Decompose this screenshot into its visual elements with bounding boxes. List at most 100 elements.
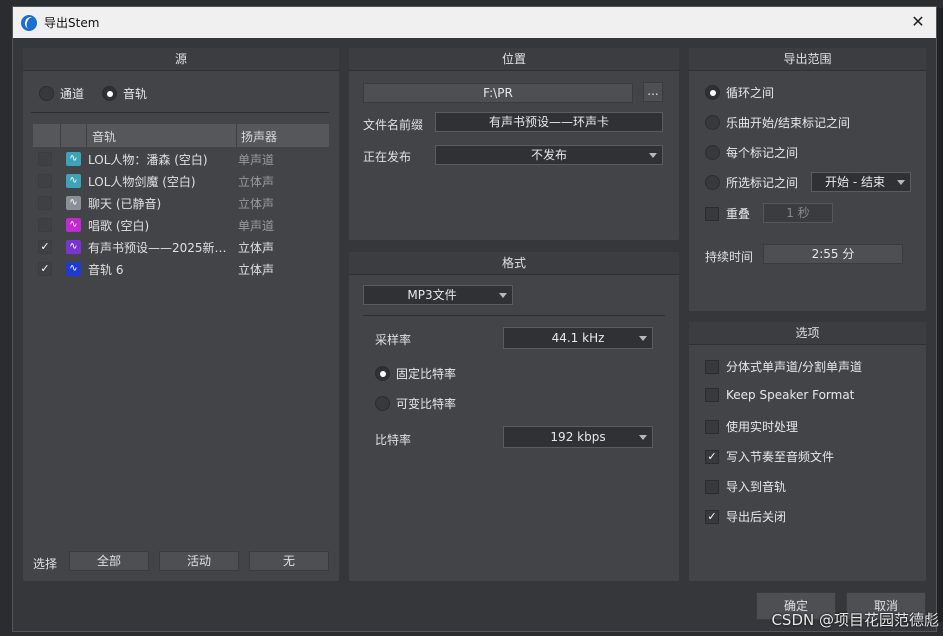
option-checkbox[interactable]: ✓ 写入节奏至音频文件 xyxy=(705,448,834,465)
options-panel: 选项 分体式单声道/分割单声道 Keep Speaker Format 使用实时处理… xyxy=(689,322,926,581)
option-label: 分体式单声道/分割单声道 xyxy=(726,360,863,374)
samplerate-select[interactable]: 44.1 kHz xyxy=(503,327,653,349)
track-row[interactable]: ∿ 唱歌 (空白) 单声道 xyxy=(31,214,337,236)
radio-dot xyxy=(705,115,720,130)
checkbox-box xyxy=(705,388,719,402)
overlap-input[interactable]: 1 秒 xyxy=(763,203,833,223)
chevron-down-icon xyxy=(649,153,657,158)
publish-label: 正在发布 xyxy=(363,150,412,164)
track-name: LOL人物剑魔 (空白) xyxy=(88,175,196,189)
track-checkbox[interactable] xyxy=(38,218,52,232)
mode-channel-radio[interactable]: 通道 xyxy=(39,85,84,102)
option-checkbox[interactable]: Keep Speaker Format xyxy=(705,388,854,402)
select-none-button[interactable]: 无 xyxy=(249,551,329,571)
audio-track-icon: ∿ xyxy=(66,240,81,254)
audio-track-icon: ∿ xyxy=(66,218,81,232)
path-field[interactable]: F:\PR xyxy=(363,83,633,103)
range-loop-radio[interactable]: 循环之间 xyxy=(705,84,774,101)
watermark: CSDN @项目花园范德彪 xyxy=(771,611,939,629)
radio-dot-selected xyxy=(102,86,117,101)
window-title: 导出Stem xyxy=(44,16,100,30)
track-name: 音轨 6 xyxy=(88,263,124,277)
track-row[interactable]: ✓ ∿ 有声书预设——2025新年... 立体声 xyxy=(31,236,337,258)
range-loop-label: 循环之间 xyxy=(726,86,775,100)
bitrate-value: 192 kbps xyxy=(550,430,606,444)
app-icon xyxy=(21,14,37,31)
format-type-value: MP3文件 xyxy=(407,288,457,302)
track-checkbox[interactable]: ✓ xyxy=(38,262,52,276)
option-label: 导入到音轨 xyxy=(726,480,787,494)
select-active-button[interactable]: 活动 xyxy=(159,551,239,571)
checkbox-box xyxy=(705,419,719,434)
close-icon[interactable]: ✕ xyxy=(906,10,930,34)
range-each-marker-label: 每个标记之间 xyxy=(726,146,799,160)
range-header: 导出范围 xyxy=(689,48,926,71)
header-cell-check xyxy=(33,124,61,147)
range-selected-markers-radio[interactable]: 所选标记之间 xyxy=(705,174,798,191)
audio-track-icon: ∿ xyxy=(66,152,81,166)
browse-button[interactable]: ... xyxy=(643,82,663,102)
track-speaker: 立体声 xyxy=(238,197,275,211)
range-each-marker-radio[interactable]: 每个标记之间 xyxy=(705,144,798,161)
export-stems-dialog: 导出Stem ✕ 源 通道 音轨 音轨 扬声器 ∿ LOL人物：潘森 (空白) 单声… xyxy=(12,6,937,632)
divider xyxy=(31,112,329,113)
cbr-label: 固定比特率 xyxy=(396,367,457,381)
checkbox-box: ✓ xyxy=(705,509,719,524)
mode-track-radio[interactable]: 音轨 xyxy=(102,85,147,102)
track-checkbox[interactable] xyxy=(38,152,52,166)
track-name: 聊天 (已静音) xyxy=(88,197,162,211)
cbr-radio[interactable]: 固定比特率 xyxy=(375,365,456,382)
track-checkbox[interactable]: ✓ xyxy=(38,240,52,254)
source-panel: 源 通道 音轨 音轨 扬声器 ∿ LOL人物：潘森 (空白) 单声道 ∿ LOL人物剑魔… xyxy=(23,48,339,581)
option-checkbox[interactable]: ✓ 导出后关闭 xyxy=(705,508,786,525)
format-type-select[interactable]: MP3文件 xyxy=(363,285,513,305)
publish-select[interactable]: 不发布 xyxy=(435,145,663,165)
checkbox-box: ✓ xyxy=(705,449,719,464)
select-all-button[interactable]: 全部 xyxy=(69,551,149,571)
divider xyxy=(363,315,665,316)
option-checkbox[interactable]: 分体式单声道/分割单声道 xyxy=(705,358,862,375)
chevron-down-icon xyxy=(499,293,507,298)
overlap-checkbox[interactable]: 重叠 xyxy=(705,205,750,222)
track-row[interactable]: ∿ LOL人物：潘森 (空白) 单声道 xyxy=(31,148,337,170)
marker-range-select[interactable]: 开始 - 结束 xyxy=(811,172,911,192)
prefix-input[interactable]: 有声书预设——环声卡 xyxy=(435,112,663,132)
samplerate-value: 44.1 kHz xyxy=(551,331,605,345)
track-name: 有声书预设——2025新年... xyxy=(88,241,236,255)
bitrate-select[interactable]: 192 kbps xyxy=(503,426,653,448)
header-cell-icon xyxy=(62,124,87,147)
audio-track-icon: ∿ xyxy=(66,196,81,210)
select-label: 选择 xyxy=(33,557,58,571)
track-speaker: 单声道 xyxy=(238,219,275,233)
publish-select-value: 不发布 xyxy=(530,148,567,162)
track-speaker: 单声道 xyxy=(238,153,275,167)
track-row[interactable]: ∿ 聊天 (已静音) 立体声 xyxy=(31,192,337,214)
vbr-label: 可变比特率 xyxy=(396,397,457,411)
prefix-label: 文件名前缀 xyxy=(363,118,424,132)
radio-dot xyxy=(375,396,390,411)
header-speaker-col[interactable]: 扬声器 xyxy=(241,128,277,145)
radio-dot xyxy=(705,175,720,190)
options-header: 选项 xyxy=(689,322,926,345)
range-selected-markers-label: 所选标记之间 xyxy=(726,176,799,190)
track-checkbox[interactable] xyxy=(38,196,52,210)
range-song-label: 乐曲开始/结束标记之间 xyxy=(726,116,851,130)
header-track-col[interactable]: 音轨 xyxy=(92,128,116,145)
radio-dot xyxy=(39,86,54,101)
option-checkbox[interactable]: 导入到音轨 xyxy=(705,478,786,495)
track-row[interactable]: ✓ ∿ 音轨 6 立体声 xyxy=(31,258,337,280)
overlap-label: 重叠 xyxy=(726,207,751,221)
track-checkbox[interactable] xyxy=(38,174,52,188)
option-label: 使用实时处理 xyxy=(726,420,799,434)
track-table-header: 音轨 扬声器 xyxy=(33,124,329,147)
track-name: 唱歌 (空白) xyxy=(88,219,150,233)
track-row[interactable]: ∿ LOL人物剑魔 (空白) 立体声 xyxy=(31,170,337,192)
track-speaker: 立体声 xyxy=(238,241,275,255)
format-panel: 格式 MP3文件 采样率 44.1 kHz 固定比特率 可变比特率 比特率 19… xyxy=(349,252,679,581)
location-panel: 位置 F:\PR ... 文件名前缀 有声书预设——环声卡 正在发布 不发布 xyxy=(349,48,679,240)
samplerate-label: 采样率 xyxy=(375,333,412,347)
range-song-radio[interactable]: 乐曲开始/结束标记之间 xyxy=(705,114,850,131)
option-checkbox[interactable]: 使用实时处理 xyxy=(705,418,798,435)
vbr-radio[interactable]: 可变比特率 xyxy=(375,395,456,412)
duration-value: 2:55 分 xyxy=(763,244,903,264)
